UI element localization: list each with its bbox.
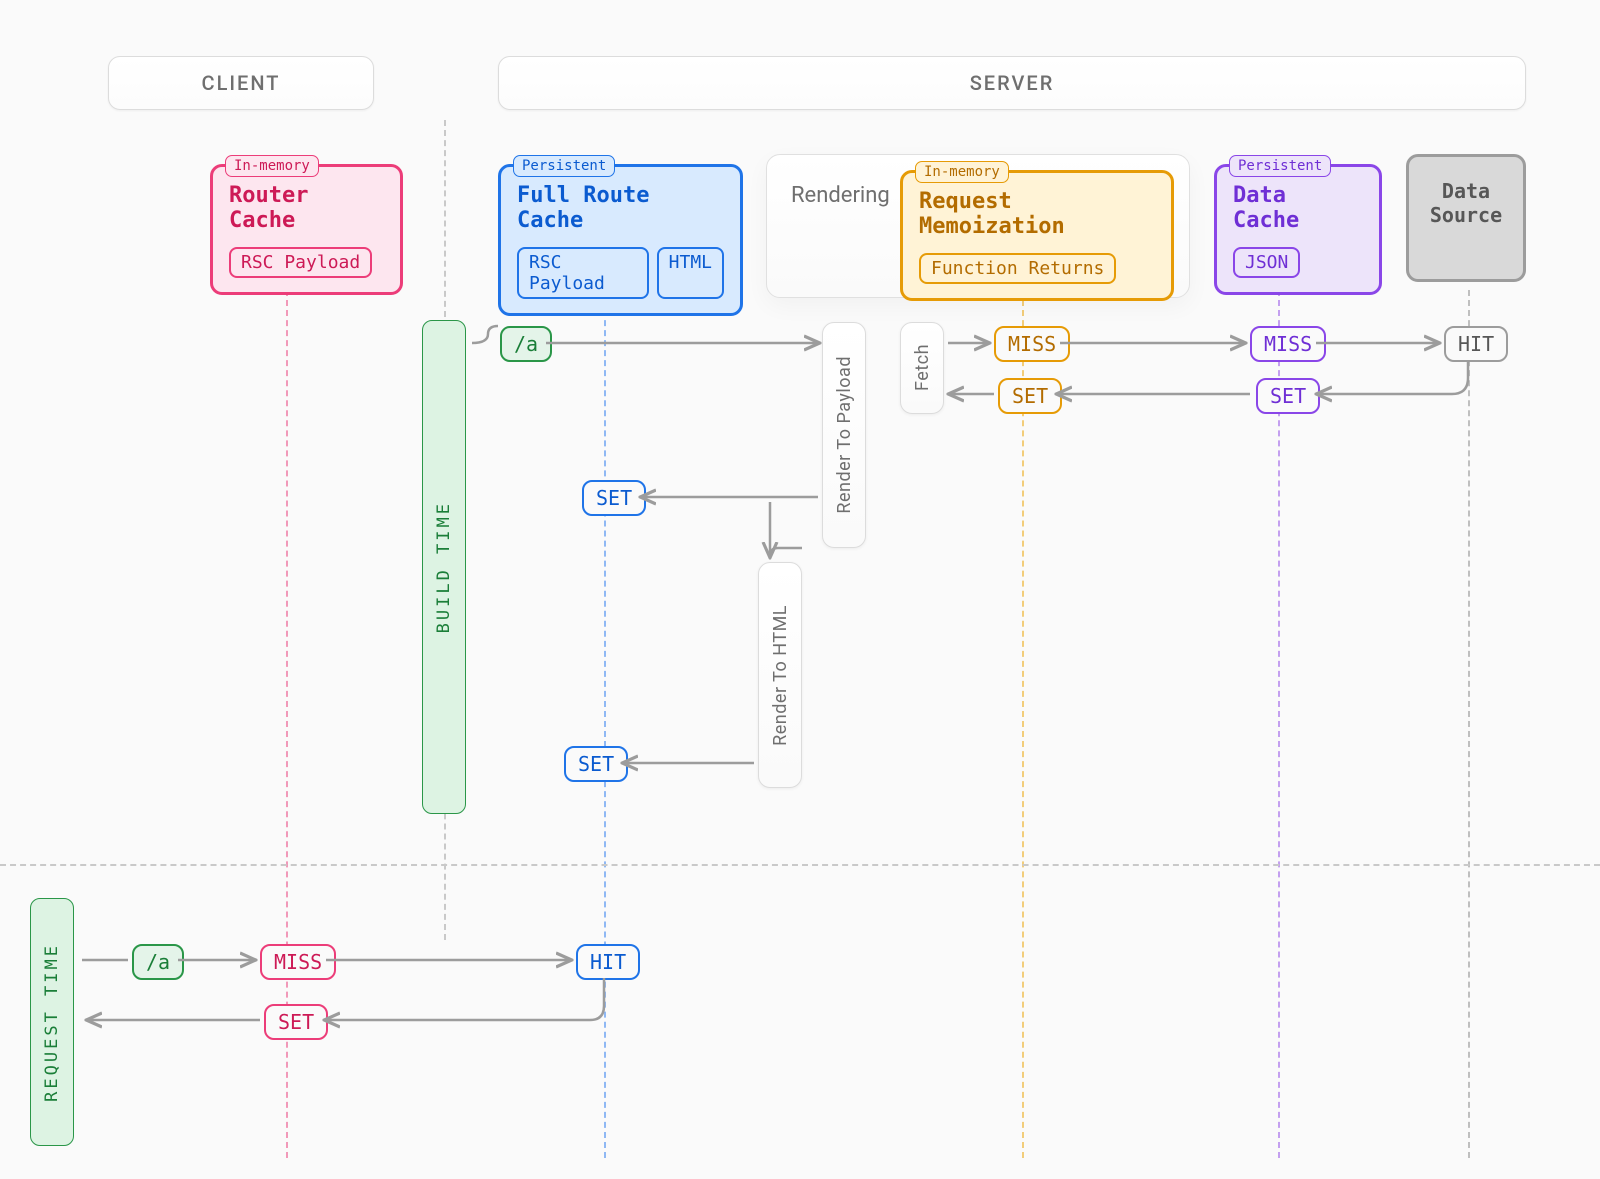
fetch-box: Fetch	[900, 322, 944, 414]
data-cache-card: Data Cache JSON Persistent	[1214, 164, 1382, 295]
data-cache-tag: Persistent	[1229, 155, 1331, 177]
route-a-request: /a	[132, 944, 184, 980]
src-hit-token: HIT	[1444, 326, 1508, 362]
server-header: SERVER	[498, 56, 1526, 110]
fullroute-set-1: SET	[582, 480, 646, 516]
request-time-bar: REQUEST TIME	[30, 898, 74, 1146]
server-header-label: SERVER	[970, 71, 1055, 95]
fullroute-hit: HIT	[576, 944, 640, 980]
build-time-label: BUILD TIME	[434, 501, 454, 633]
memoization-chip-0: Function Returns	[919, 253, 1116, 284]
data-cache-title: Data Cache	[1233, 183, 1363, 233]
render-to-payload-label: Render To Payload	[834, 356, 855, 514]
client-header: CLIENT	[108, 56, 374, 110]
lane-full-route-cache	[604, 290, 606, 1158]
request-time-label: REQUEST TIME	[42, 943, 62, 1102]
lane-data-cache	[1278, 290, 1280, 1158]
memoization-card: Request Memoization Function Returns In-…	[900, 170, 1174, 301]
router-cache-chip-0: RSC Payload	[229, 247, 372, 278]
memoization-tag: In-memory	[915, 161, 1009, 183]
fetch-label: Fetch	[912, 344, 933, 391]
router-cache-tag: In-memory	[225, 155, 319, 177]
router-cache-card: Router Cache RSC Payload In-memory	[210, 164, 403, 295]
data-set-token: SET	[1256, 378, 1320, 414]
route-a-build: /a	[500, 326, 552, 362]
diagram-canvas: CLIENT SERVER Router Cache RSC Payload I…	[0, 0, 1600, 1179]
memo-miss-token: MISS	[994, 326, 1070, 362]
render-to-html-box: Render To HTML	[758, 562, 802, 788]
build-time-bar: BUILD TIME	[422, 320, 466, 814]
data-cache-chip-0: JSON	[1233, 247, 1300, 278]
full-route-chip-1: HTML	[657, 247, 724, 299]
data-source-title: Data Source	[1425, 179, 1507, 227]
full-route-cache-card: Full Route Cache RSC Payload HTML Persis…	[498, 164, 743, 316]
router-set-token: SET	[264, 1004, 328, 1040]
full-route-chip-0: RSC Payload	[517, 247, 649, 299]
data-miss-token: MISS	[1250, 326, 1326, 362]
lane-memoization	[1022, 290, 1024, 1158]
router-cache-title: Router Cache	[229, 183, 384, 233]
fullroute-set-2: SET	[564, 746, 628, 782]
full-route-cache-tag: Persistent	[513, 155, 615, 177]
client-header-label: CLIENT	[202, 71, 281, 95]
router-miss-token: MISS	[260, 944, 336, 980]
data-source-card: Data Source	[1406, 154, 1526, 282]
memo-set-token: SET	[998, 378, 1062, 414]
lane-build-request-divider	[0, 864, 1600, 866]
full-route-cache-title: Full Route Cache	[517, 183, 724, 233]
render-to-html-label: Render To HTML	[770, 605, 791, 746]
rendering-label: Rendering	[791, 183, 890, 208]
memoization-title: Request Memoization	[919, 189, 1155, 239]
lane-data-source	[1468, 290, 1470, 1158]
render-to-payload-box: Render To Payload	[822, 322, 866, 548]
